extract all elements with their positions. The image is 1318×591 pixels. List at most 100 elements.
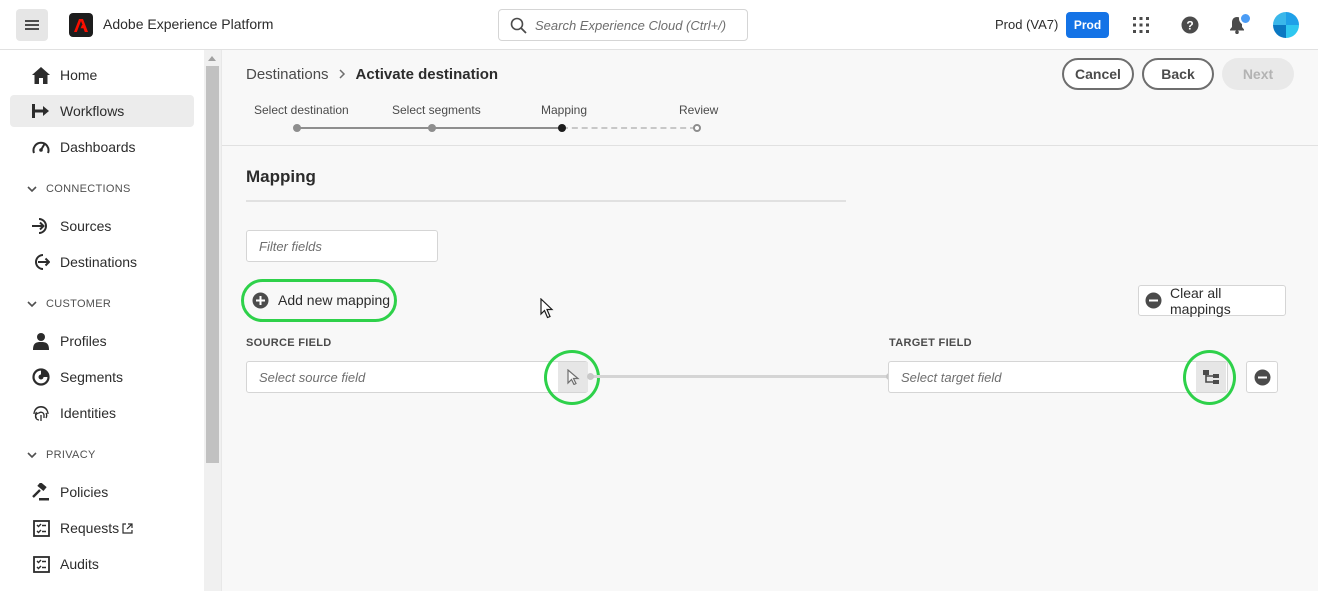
left-nav: Home Workflows Dashboards CONNECTIONS So… xyxy=(0,50,204,591)
remove-circle-icon xyxy=(1254,369,1270,385)
scroll-up-arrow-icon[interactable] xyxy=(208,56,216,61)
nav-label: Profiles xyxy=(60,333,107,349)
remove-mapping-button[interactable] xyxy=(1246,361,1278,393)
source-field[interactable] xyxy=(246,361,588,393)
top-bar: Adobe Experience Platform Prod (VA7) Pro… xyxy=(0,0,1318,50)
nav-label: Sources xyxy=(60,218,112,234)
nav-item-destinations[interactable]: Destinations xyxy=(10,246,194,278)
nav-label: Identities xyxy=(60,405,117,421)
nav-section-title: PRIVACY xyxy=(46,449,96,461)
audits-icon xyxy=(32,555,50,573)
workflow-stepper: Select destination Select segments Mappi… xyxy=(254,102,724,138)
mapping-title: Mapping xyxy=(246,167,316,186)
nav-label: Workflows xyxy=(60,103,125,119)
step-dot-complete xyxy=(428,124,436,132)
dashboard-icon xyxy=(32,138,50,156)
destinations-icon xyxy=(32,253,50,271)
nav-item-dashboards[interactable]: Dashboards xyxy=(10,131,194,163)
scrollbar-thumb[interactable] xyxy=(206,66,219,463)
back-button[interactable]: Back xyxy=(1142,58,1214,90)
nav-section-privacy[interactable]: PRIVACY xyxy=(27,449,96,461)
app-switcher-button[interactable] xyxy=(1129,13,1153,37)
source-field-header: SOURCE FIELD xyxy=(246,337,332,349)
home-icon xyxy=(32,66,50,84)
hamburger-menu-button[interactable] xyxy=(16,9,48,41)
workflows-icon xyxy=(32,102,50,120)
grid-icon xyxy=(1133,17,1149,33)
svg-text:?: ? xyxy=(1186,19,1193,33)
env-badge[interactable]: Prod xyxy=(1066,12,1109,38)
select-target-field-button[interactable] xyxy=(1196,362,1226,392)
chevron-down-icon xyxy=(27,451,37,459)
next-button[interactable]: Next xyxy=(1222,58,1294,90)
title-divider xyxy=(246,200,846,202)
select-source-field-button[interactable] xyxy=(558,362,588,392)
schema-tree-icon xyxy=(1203,369,1219,384)
app-title[interactable]: Adobe Experience Platform xyxy=(103,16,273,32)
nav-item-audits[interactable]: Audits xyxy=(10,548,194,580)
connector-dot xyxy=(587,373,594,380)
nav-item-identities[interactable]: Identities xyxy=(10,397,194,429)
target-field-input[interactable] xyxy=(889,362,1189,392)
nav-item-requests[interactable]: Requests xyxy=(10,512,194,544)
nav-label: Home xyxy=(60,67,98,83)
profiles-icon xyxy=(32,332,50,350)
breadcrumb: Destinations Activate destination xyxy=(246,66,498,83)
nav-label: Segments xyxy=(60,369,124,385)
chevron-right-icon xyxy=(339,67,346,82)
clear-all-mappings-label: Clear all mappings xyxy=(1170,284,1231,317)
step-dot-upcoming xyxy=(693,124,701,132)
help-icon: ? xyxy=(1181,16,1199,34)
external-link-icon xyxy=(122,521,133,537)
sidebar-scrollbar[interactable] xyxy=(204,50,221,591)
nav-item-profiles[interactable]: Profiles xyxy=(10,325,194,357)
sources-icon xyxy=(32,217,50,235)
nav-label: Policies xyxy=(60,484,109,500)
nav-section-customer[interactable]: CUSTOMER xyxy=(27,298,111,310)
breadcrumb-destinations-link[interactable]: Destinations xyxy=(246,66,329,83)
nav-item-segments[interactable]: Segments xyxy=(10,361,194,393)
step-dot-current xyxy=(558,124,566,132)
org-switcher[interactable]: Prod (VA7) xyxy=(995,17,1058,32)
stepper-remaining-line xyxy=(562,127,696,129)
segments-icon xyxy=(32,368,50,386)
step-label-select-segments: Select segments xyxy=(392,103,481,117)
nav-item-sources[interactable]: Sources xyxy=(10,210,194,242)
nav-section-title: CONNECTIONS xyxy=(46,183,131,195)
add-new-mapping-label: Add new mapping xyxy=(278,292,391,308)
nav-item-home[interactable]: Home xyxy=(10,59,194,91)
mouse-pointer-icon xyxy=(540,297,554,324)
adobe-logo-icon xyxy=(74,18,88,32)
cancel-button[interactable]: Cancel xyxy=(1062,58,1134,90)
search-input[interactable] xyxy=(535,10,740,40)
step-label-select-destination: Select destination xyxy=(254,103,349,117)
clear-all-mappings-button[interactable]: Clear all mappings xyxy=(1138,284,1286,317)
mapping-connector xyxy=(590,375,890,378)
nav-label: Requests xyxy=(60,520,120,536)
cursor-select-icon xyxy=(567,369,580,385)
nav-item-workflows[interactable]: Workflows xyxy=(10,95,194,127)
fingerprint-icon xyxy=(32,404,50,422)
nav-item-policies[interactable]: Policies xyxy=(10,476,194,508)
page-title: Activate destination xyxy=(355,66,499,83)
step-label-mapping: Mapping xyxy=(541,103,588,117)
gavel-icon xyxy=(32,483,50,501)
filter-fields[interactable] xyxy=(246,230,438,262)
header-divider xyxy=(222,145,1318,146)
nav-section-connections[interactable]: CONNECTIONS xyxy=(27,183,131,195)
user-avatar[interactable] xyxy=(1273,12,1299,38)
nav-label: Audits xyxy=(60,556,99,572)
adobe-logo[interactable] xyxy=(69,13,93,37)
global-search[interactable] xyxy=(498,9,748,41)
target-field[interactable] xyxy=(888,361,1228,393)
source-field-input[interactable] xyxy=(247,362,552,392)
search-icon xyxy=(510,17,527,34)
nav-label: Destinations xyxy=(60,254,138,270)
chevron-down-icon xyxy=(27,185,37,193)
nav-label: Dashboards xyxy=(60,139,136,155)
add-new-mapping-button[interactable]: Add new mapping xyxy=(252,287,390,313)
add-circle-icon xyxy=(252,292,269,308)
filter-fields-input[interactable] xyxy=(247,231,437,261)
nav-section-title: CUSTOMER xyxy=(46,298,112,310)
help-button[interactable]: ? xyxy=(1178,13,1202,37)
